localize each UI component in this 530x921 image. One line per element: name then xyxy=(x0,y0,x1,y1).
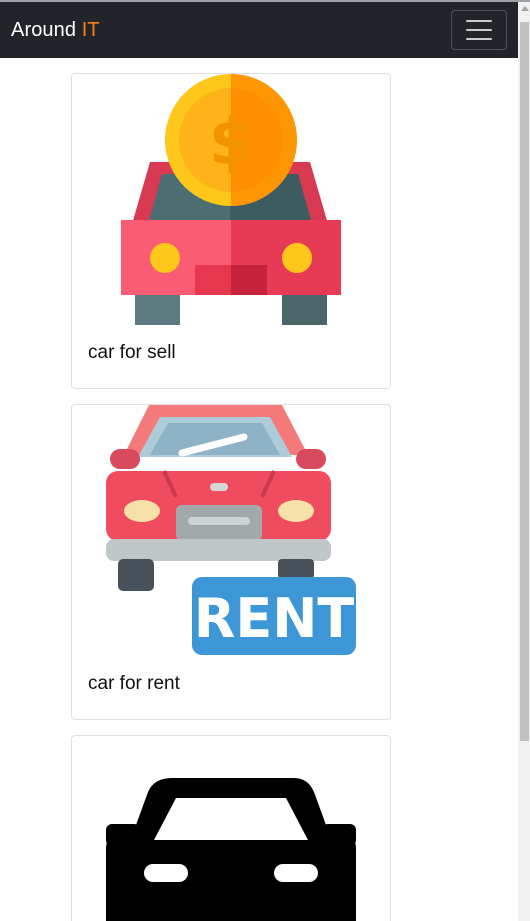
svg-text:RENT: RENT xyxy=(194,587,355,650)
navbar-toggle-button[interactable] xyxy=(451,10,507,50)
navbar: Around IT xyxy=(0,2,518,58)
card-title: car for rent xyxy=(88,673,180,694)
hamburger-menu-icon xyxy=(466,20,492,22)
card-car-for-rent[interactable]: RENT car for rent xyxy=(71,404,391,720)
hamburger-menu-icon xyxy=(466,29,492,31)
car-silhouette-icon xyxy=(106,778,356,921)
navbar-brand[interactable]: Around IT xyxy=(11,19,100,42)
scrollbar-thumb[interactable] xyxy=(520,22,529,741)
brand-main-text: Around xyxy=(11,18,77,41)
card-title: car for sell xyxy=(88,342,176,363)
hamburger-menu-icon xyxy=(466,38,492,40)
scroll-up-arrow-icon[interactable] xyxy=(521,6,529,11)
car-rent-icon: RENT xyxy=(106,405,356,655)
car-with-coin-icon: $ xyxy=(121,74,341,325)
brand-accent-text: IT xyxy=(81,18,100,41)
card-car-for-sell[interactable]: $ car for sell xyxy=(71,73,391,389)
svg-text:$: $ xyxy=(209,106,254,180)
card-car-silhouette[interactable] xyxy=(71,735,391,921)
